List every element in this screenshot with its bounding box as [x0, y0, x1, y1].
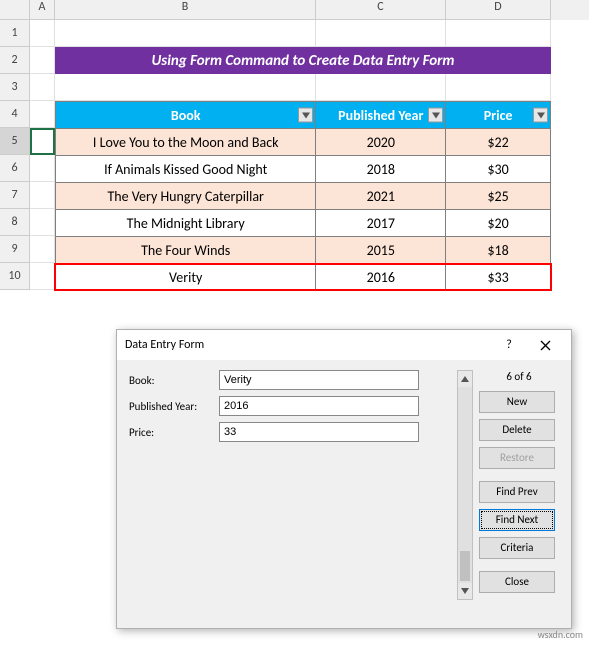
delete-button[interactable]: Delete [479, 419, 555, 441]
row-header-7[interactable]: 7 [0, 182, 30, 209]
row-header-4[interactable]: 4 [0, 101, 30, 128]
col-header-B[interactable]: B [55, 0, 316, 20]
criteria-button[interactable]: Criteria [479, 537, 555, 559]
label-year: Published Year: [129, 400, 219, 413]
scroll-up-icon[interactable] [458, 371, 472, 387]
th-price-label: Price [484, 107, 513, 124]
th-price[interactable]: Price [446, 102, 551, 129]
data-table: Book Published Year Price I Love You to … [55, 101, 551, 291]
row-header-9[interactable]: 9 [0, 236, 30, 263]
col-header-C[interactable]: C [316, 0, 446, 20]
label-book: Book: [129, 374, 219, 387]
row-header-10[interactable]: 10 [0, 263, 30, 290]
filter-dropdown-icon[interactable] [533, 108, 548, 123]
price-field[interactable] [219, 422, 419, 442]
col-header-D[interactable]: D [446, 0, 551, 20]
book-field[interactable] [219, 370, 419, 390]
record-scrollbar[interactable] [457, 370, 473, 600]
spreadsheet-grid: A B C D 1 2 3 4 5 6 7 8 9 10 [0, 0, 589, 20]
table-row[interactable]: If Animals Kissed Good Night2018$30 [56, 156, 551, 183]
row-header-2[interactable]: 2 [0, 47, 30, 74]
th-year-label: Published Year [338, 107, 423, 124]
row-header-1[interactable]: 1 [0, 20, 30, 47]
data-entry-form-dialog: Data Entry Form ? Book: Published Year: … [116, 329, 572, 629]
find-prev-button[interactable]: Find Prev [479, 481, 555, 503]
table-row[interactable]: I Love You to the Moon and Back2020$22 [56, 129, 551, 156]
record-count: 6 of 6 [479, 370, 559, 383]
th-year[interactable]: Published Year [316, 102, 446, 129]
col-header-A[interactable]: A [30, 0, 55, 20]
row-header-3[interactable]: 3 [0, 74, 30, 101]
table-row[interactable]: The Four Winds2015$18 [56, 237, 551, 264]
th-book-label: Book [171, 107, 201, 124]
select-all-corner[interactable] [0, 0, 30, 20]
restore-button: Restore [479, 447, 555, 469]
label-price: Price: [129, 426, 219, 439]
filter-dropdown-icon[interactable] [428, 108, 443, 123]
table-row[interactable]: Verity2016$33 [56, 264, 551, 291]
new-button[interactable]: New [479, 391, 555, 413]
table-row[interactable]: The Very Hungry Caterpillar2021$25 [56, 183, 551, 210]
close-icon[interactable] [527, 331, 563, 359]
th-book[interactable]: Book [56, 102, 316, 129]
page-title: Using Form Command to Create Data Entry … [55, 47, 551, 74]
filter-dropdown-icon[interactable] [298, 108, 313, 123]
year-field[interactable] [219, 396, 419, 416]
find-next-button[interactable]: Find Next [479, 509, 555, 531]
watermark: wsxdn.com [538, 628, 583, 641]
scroll-thumb[interactable] [460, 551, 470, 581]
scroll-down-icon[interactable] [458, 583, 472, 599]
close-button[interactable]: Close [479, 571, 555, 593]
table-row[interactable]: The Midnight Library2017$20 [56, 210, 551, 237]
dialog-title: Data Entry Form [125, 338, 491, 352]
help-button[interactable]: ? [491, 331, 527, 359]
row-header-5[interactable]: 5 [0, 128, 30, 155]
row-header-6[interactable]: 6 [0, 155, 30, 182]
row-header-8[interactable]: 8 [0, 209, 30, 236]
